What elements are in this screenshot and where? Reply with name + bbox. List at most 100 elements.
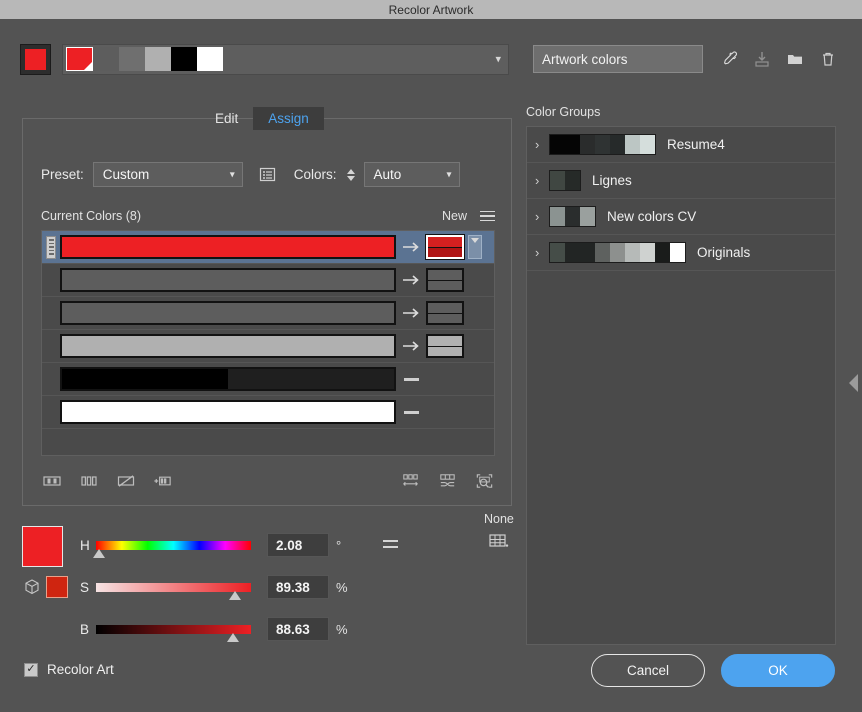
checkmark-icon: ✓ bbox=[26, 664, 35, 675]
color-row[interactable] bbox=[42, 297, 494, 330]
slider-row-s: S89.38% bbox=[80, 575, 356, 599]
current-color-bar[interactable] bbox=[60, 268, 396, 292]
color-group-swatch bbox=[670, 243, 685, 262]
color-group-row[interactable]: ›Originals bbox=[527, 235, 835, 271]
current-color-bar[interactable] bbox=[60, 400, 396, 424]
slider-b-track[interactable] bbox=[96, 625, 251, 634]
arrow-right-icon[interactable] bbox=[396, 307, 426, 319]
tab-edit[interactable]: Edit bbox=[200, 107, 253, 130]
assign-panel-box: Preset: Custom ▾ Colors: bbox=[22, 118, 512, 506]
new-color-group-folder-icon[interactable] bbox=[785, 49, 805, 69]
color-row[interactable] bbox=[42, 330, 494, 363]
link-harmony-colors-icon[interactable] bbox=[383, 540, 398, 548]
randomly-change-saturation-brightness-icon[interactable] bbox=[400, 471, 421, 492]
slider-h-value-input[interactable]: 2.08 bbox=[267, 533, 329, 557]
new-color-swatch[interactable] bbox=[426, 235, 464, 259]
tab-assign[interactable]: Assign bbox=[253, 107, 324, 130]
color-reduction-options-icon[interactable] bbox=[474, 471, 495, 492]
colors-count-select[interactable]: Auto ▾ bbox=[364, 162, 460, 187]
color-group-name-input[interactable]: Artwork colors bbox=[533, 45, 703, 73]
merge-colors-icon[interactable] bbox=[41, 471, 62, 492]
exclude-color-icon[interactable] bbox=[115, 471, 136, 492]
row-drag-handle[interactable] bbox=[46, 236, 56, 259]
separate-colors-icon[interactable] bbox=[78, 471, 99, 492]
slider-thumb[interactable] bbox=[229, 591, 241, 600]
color-row[interactable] bbox=[42, 264, 494, 297]
dash-icon[interactable] bbox=[396, 378, 426, 381]
eyedropper-icon[interactable] bbox=[719, 49, 739, 69]
chevron-down-icon[interactable]: ▾ bbox=[495, 53, 501, 66]
slider-b-value-input[interactable]: 88.63 bbox=[267, 617, 329, 641]
triangle-left-icon[interactable] bbox=[849, 374, 858, 392]
chevron-right-icon[interactable]: › bbox=[535, 209, 549, 224]
colors-label: Colors: bbox=[294, 167, 337, 182]
color-group-row[interactable]: ›Lignes bbox=[527, 163, 835, 199]
color-row[interactable] bbox=[42, 231, 494, 264]
chevron-down-icon: ▾ bbox=[230, 169, 235, 180]
strip-swatch[interactable] bbox=[171, 47, 197, 71]
color-mode-cube-icon[interactable] bbox=[22, 577, 42, 597]
slider-gradient bbox=[96, 541, 251, 550]
preset-select[interactable]: Custom ▾ bbox=[93, 162, 243, 187]
color-swatch-strip[interactable] bbox=[66, 47, 223, 71]
arrow-right-icon[interactable] bbox=[396, 340, 426, 352]
cancel-button[interactable]: Cancel bbox=[591, 654, 705, 687]
recolor-art-checkbox-row[interactable]: ✓ Recolor Art bbox=[24, 662, 114, 677]
arrow-right-icon[interactable] bbox=[396, 241, 426, 253]
add-new-row-icon[interactable] bbox=[152, 471, 173, 492]
current-colors-list[interactable] bbox=[41, 230, 495, 456]
color-groups-list[interactable]: ›Resume4›Lignes›New colors CV›Originals bbox=[526, 126, 836, 645]
randomly-change-color-order-icon[interactable] bbox=[437, 471, 458, 492]
current-colors-label: Current Colors (8) bbox=[41, 209, 141, 223]
hamburger-menu-icon[interactable] bbox=[480, 211, 495, 222]
color-group-row[interactable]: ›Resume4 bbox=[527, 127, 835, 163]
save-color-group-icon[interactable] bbox=[752, 49, 772, 69]
slider-unit-label: % bbox=[336, 622, 356, 637]
slider-row-h: H2.08° bbox=[80, 533, 356, 557]
stepper-updown-icon[interactable] bbox=[345, 163, 358, 187]
color-list-options-icon[interactable] bbox=[257, 164, 278, 185]
strip-swatch[interactable] bbox=[119, 47, 145, 71]
color-group-swatch bbox=[580, 135, 595, 154]
slider-h-track[interactable] bbox=[96, 541, 251, 550]
active-color-indicator[interactable] bbox=[20, 44, 51, 75]
recolor-art-checkbox[interactable]: ✓ bbox=[24, 663, 38, 677]
chevron-right-icon[interactable]: › bbox=[535, 173, 549, 188]
ok-button[interactable]: OK bbox=[721, 654, 835, 687]
color-group-row[interactable]: ›New colors CV bbox=[527, 199, 835, 235]
new-color-dropdown-caret[interactable] bbox=[468, 235, 482, 259]
arrow-right-icon[interactable] bbox=[396, 274, 426, 286]
color-row[interactable] bbox=[42, 396, 494, 429]
secondary-color-swatch[interactable] bbox=[46, 576, 68, 598]
color-row[interactable] bbox=[42, 363, 494, 396]
none-swatch-icon[interactable] bbox=[484, 532, 514, 557]
color-group-swatches[interactable] bbox=[549, 206, 596, 227]
color-group-swatch bbox=[550, 135, 565, 154]
strip-swatch[interactable] bbox=[93, 47, 119, 71]
delete-color-group-trash-icon[interactable] bbox=[818, 49, 838, 69]
color-group-swatches[interactable] bbox=[549, 170, 581, 191]
strip-swatch[interactable] bbox=[197, 47, 223, 71]
strip-swatch[interactable] bbox=[66, 47, 93, 71]
current-color-bar[interactable] bbox=[60, 301, 396, 325]
chevron-right-icon[interactable]: › bbox=[535, 137, 549, 152]
slider-thumb[interactable] bbox=[227, 633, 239, 642]
current-color-bar[interactable] bbox=[60, 367, 396, 391]
new-color-swatch[interactable] bbox=[426, 301, 464, 325]
new-color-swatch[interactable] bbox=[426, 334, 464, 358]
slider-s-value-input[interactable]: 89.38 bbox=[267, 575, 329, 599]
dash-icon[interactable] bbox=[396, 411, 426, 414]
slider-thumb[interactable] bbox=[93, 549, 105, 558]
color-group-swatches[interactable] bbox=[549, 134, 656, 155]
color-group-strip-dropdown[interactable]: ▾ bbox=[62, 44, 509, 75]
preset-row: Preset: Custom ▾ Colors: bbox=[41, 162, 460, 187]
new-color-swatch[interactable] bbox=[426, 268, 464, 292]
current-color-bar[interactable] bbox=[60, 334, 396, 358]
color-group-swatch bbox=[565, 135, 580, 154]
slider-s-track[interactable] bbox=[96, 583, 251, 592]
current-color-bar[interactable] bbox=[60, 235, 396, 259]
color-preview-swatch[interactable] bbox=[22, 526, 63, 567]
chevron-right-icon[interactable]: › bbox=[535, 245, 549, 260]
strip-swatch[interactable] bbox=[145, 47, 171, 71]
color-group-swatches[interactable] bbox=[549, 242, 686, 263]
